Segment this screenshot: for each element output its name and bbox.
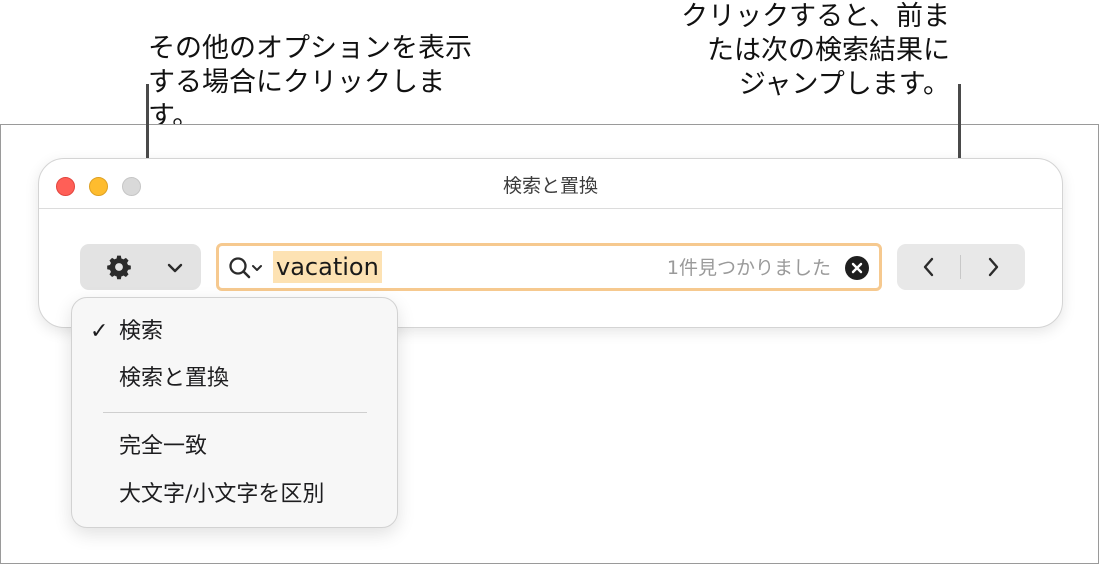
menu-item-whole-words[interactable]: 完全一致 <box>72 427 397 467</box>
menu-divider <box>103 412 367 413</box>
options-callout: その他のオプションを表示 する場合にクリックします。 <box>148 33 472 132</box>
chevron-down-icon <box>167 263 183 273</box>
search-input[interactable]: vacation <box>273 251 382 283</box>
search-field[interactable]: vacation 1件見つかりました <box>216 243 882 291</box>
title-bar: 検索と置換 <box>39 159 1062 209</box>
menu-item-label: 完全一致 <box>119 434 208 459</box>
menu-item-find[interactable]: ✓ 検索 <box>72 312 397 352</box>
search-icon[interactable] <box>228 255 266 281</box>
menu-item-label: 検索と置換 <box>119 366 230 391</box>
next-result-button[interactable] <box>961 244 1025 290</box>
checkmark-icon: ✓ <box>90 319 109 344</box>
chevron-left-icon <box>923 257 934 277</box>
match-count-label: 1件見つかりました <box>666 257 831 279</box>
previous-result-button[interactable] <box>897 244 961 290</box>
menu-item-match-case[interactable]: 大文字/小文字を区別 <box>72 475 397 515</box>
window-title: 検索と置換 <box>502 175 598 197</box>
menu-item-label: 大文字/小文字を区別 <box>119 482 325 507</box>
options-menu-button[interactable] <box>80 244 201 290</box>
options-dropdown-menu: ✓ 検索 検索と置換 完全一致 大文字/小文字を区別 <box>71 297 398 528</box>
navigation-callout: クリックすると、前ま たは次の検索結果に ジャンプします。 <box>681 1 950 100</box>
gear-icon <box>107 255 131 280</box>
search-navigation <box>897 244 1025 290</box>
clear-search-icon[interactable] <box>845 256 869 280</box>
menu-item-find-replace[interactable]: 検索と置換 <box>72 359 397 399</box>
menu-item-label: 検索 <box>119 319 164 344</box>
chevron-right-icon <box>988 257 999 277</box>
